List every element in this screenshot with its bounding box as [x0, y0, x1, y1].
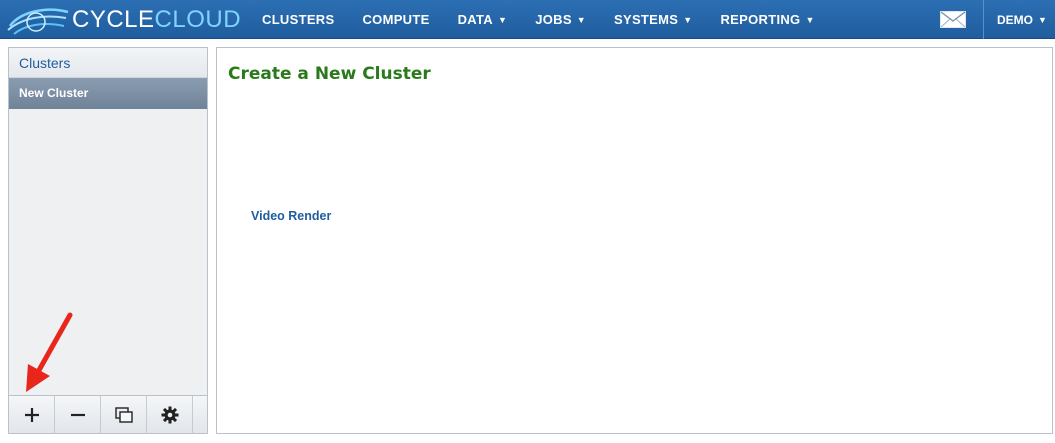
logo-suffix: CLOUD — [154, 5, 242, 33]
nav-compute[interactable]: COMPUTE — [348, 0, 443, 39]
copy-icon — [114, 407, 133, 423]
caret-down-icon: ▼ — [1038, 14, 1047, 25]
caret-down-icon: ▼ — [576, 14, 587, 25]
sidebar-header: Clusters — [9, 48, 207, 78]
copy-cluster-button[interactable] — [101, 396, 147, 434]
cloud-swirl-icon — [7, 7, 69, 35]
top-navbar: CYCLECLOUD CLUSTERS COMPUTE DATA ▼ JOBS ▼ … — [0, 0, 1055, 39]
plus-icon — [24, 408, 39, 422]
nav-systems[interactable]: SYSTEMS ▼ — [600, 0, 706, 39]
minus-icon — [70, 413, 85, 417]
nav-clusters[interactable]: CLUSTERS — [248, 0, 348, 39]
logo-wordmark: CYCLECLOUD — [72, 6, 241, 34]
nav-label: CLUSTERS — [262, 12, 335, 27]
nav-reporting[interactable]: REPORTING ▼ — [706, 0, 828, 39]
remove-cluster-button[interactable] — [55, 396, 101, 434]
user-label: DEMO — [997, 12, 1033, 27]
nav-jobs[interactable]: JOBS ▼ — [521, 0, 600, 39]
nav-label: REPORTING — [720, 12, 801, 27]
nav-divider — [983, 0, 984, 39]
settings-button[interactable] — [147, 396, 193, 434]
main-panel: Create a New Cluster Video Render — [216, 47, 1053, 434]
sidebar-toolbar — [9, 395, 207, 434]
caret-down-icon: ▼ — [683, 14, 693, 25]
sidebar-item-new-cluster[interactable]: New Cluster — [9, 78, 207, 109]
nav-label: COMPUTE — [362, 12, 430, 27]
caret-down-icon: ▼ — [805, 14, 815, 25]
nav-label: SYSTEMS — [614, 12, 679, 27]
nav-label: DATA — [457, 12, 493, 27]
mail-icon[interactable] — [940, 11, 966, 28]
page-title: Create a New Cluster — [228, 64, 431, 84]
user-menu[interactable]: DEMO ▼ — [997, 0, 1047, 39]
main-nav: CLUSTERS COMPUTE DATA ▼ JOBS ▼ SYSTEMS ▼ RE… — [248, 0, 829, 39]
red-arrow-annotation — [26, 312, 73, 392]
nav-data[interactable]: DATA ▼ — [444, 0, 522, 39]
nav-label: JOBS — [535, 12, 572, 27]
gear-icon — [161, 406, 178, 424]
caret-down-icon: ▼ — [497, 14, 508, 25]
logo-prefix: CYCLE — [72, 5, 155, 33]
cyclecloud-logo[interactable]: CYCLECLOUD — [0, 0, 241, 39]
template-video-render[interactable]: Video Render — [251, 209, 331, 223]
add-cluster-button[interactable] — [9, 396, 55, 434]
